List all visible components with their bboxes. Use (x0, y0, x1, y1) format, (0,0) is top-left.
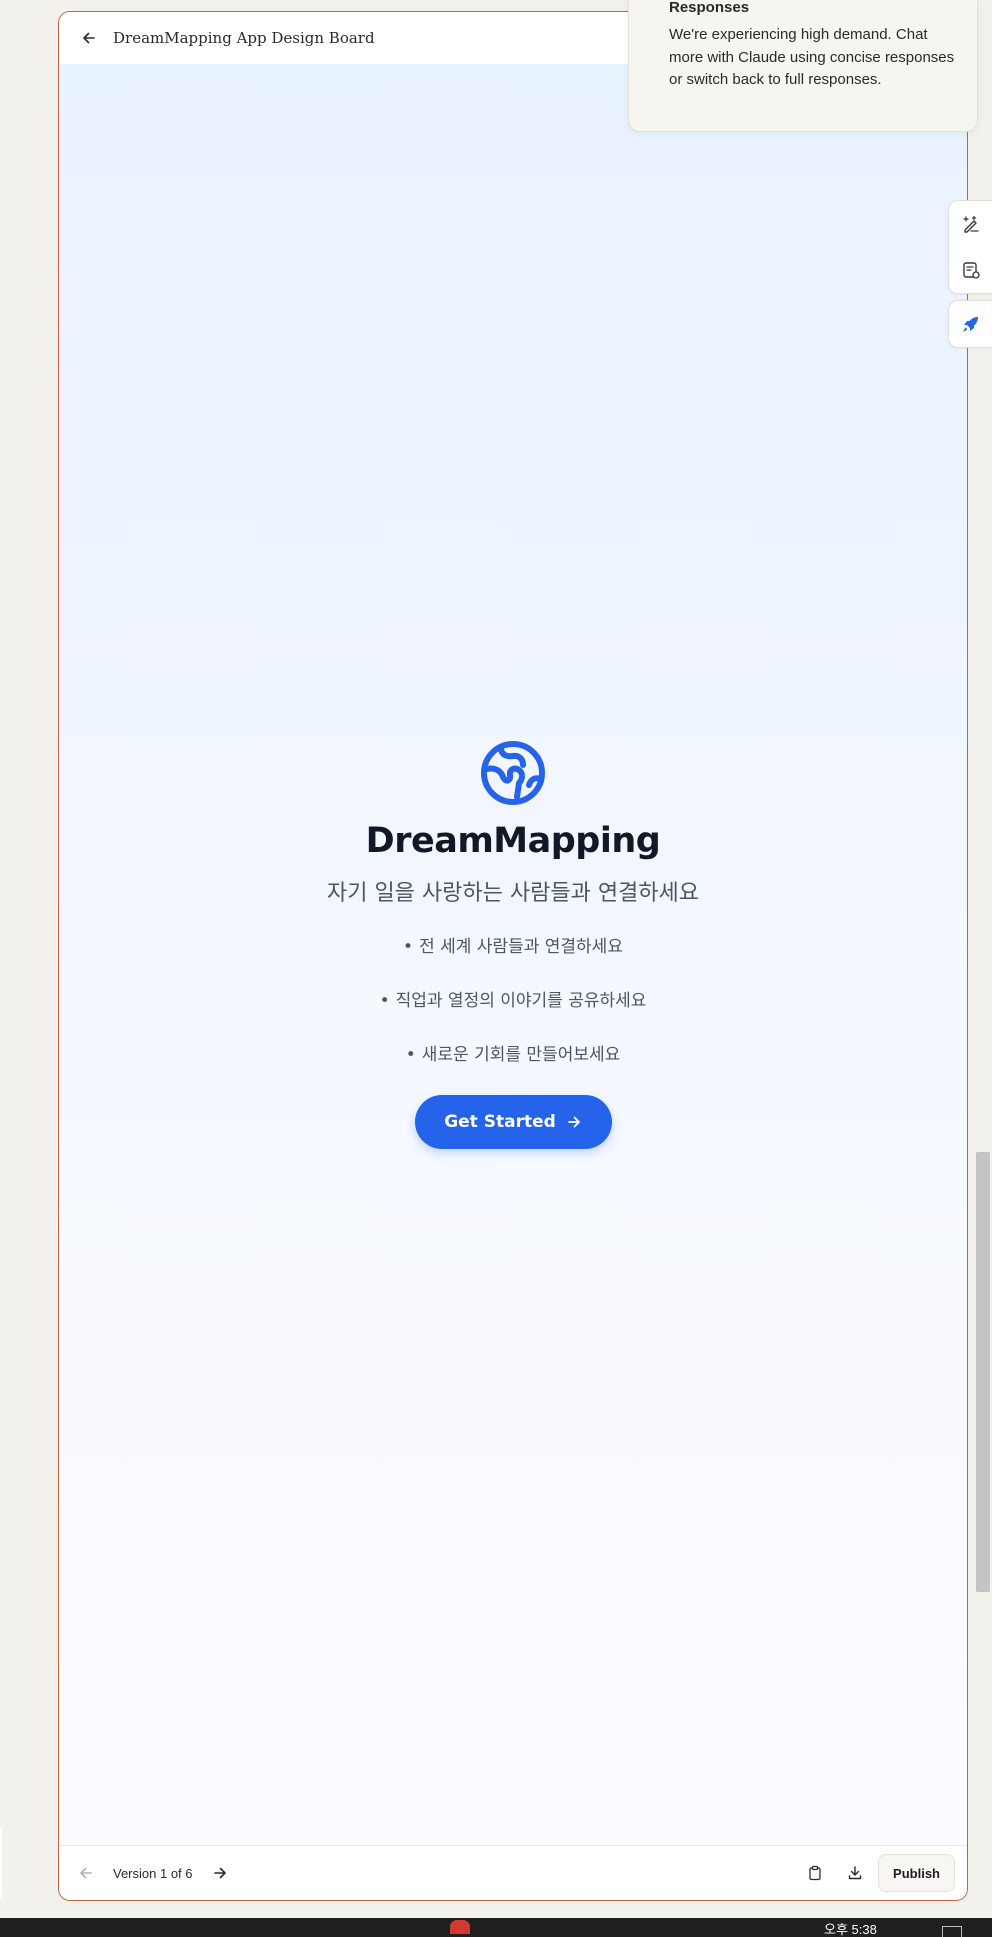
toast-title: Responses (669, 0, 750, 16)
feature-item: • 새로운 기회를 만들어보세요 (406, 1041, 621, 1095)
feature-item: • 전 세계 사람들과 연결하세요 (403, 933, 623, 987)
high-demand-toast: Responses We're experiencing high demand… (628, 0, 978, 132)
app-notification-icon[interactable] (450, 1920, 470, 1934)
welcome-hero: DreamMapping 자기 일을 사랑하는 사람들과 연결하세요 • 전 세계… (59, 739, 967, 1149)
version-label: Version 1 of 6 (113, 1865, 193, 1881)
artifact-footer: Version 1 of 6 Publish (59, 1845, 967, 1900)
arrow-right-icon (213, 1867, 226, 1879)
notification-center-icon[interactable] (942, 1926, 962, 1937)
arrow-right-icon (567, 1116, 580, 1128)
left-edge (0, 1828, 2, 1898)
artifact-title: DreamMapping App Design Board (113, 29, 375, 47)
scrollbar-thumb[interactable] (976, 1152, 990, 1592)
bullet: • (403, 937, 414, 957)
feature-text: 새로운 기회를 만들어보세요 (421, 1045, 621, 1065)
app-preview: DreamMapping 자기 일을 사랑하는 사람들과 연결하세요 • 전 세계… (59, 64, 967, 1845)
get-started-label: Get Started (444, 1112, 556, 1132)
download-button[interactable] (838, 1856, 872, 1890)
download-icon (848, 1866, 862, 1880)
back-button[interactable] (75, 24, 103, 52)
os-taskbar: 오후 5:38 (0, 1918, 992, 1937)
get-started-button[interactable]: Get Started (414, 1095, 612, 1149)
feature-text: 직업과 열정의 이야기를 공유하세요 (395, 991, 647, 1011)
arrow-left-icon (83, 32, 95, 44)
bullet: • (405, 1045, 416, 1065)
page-scrollbar[interactable] (974, 0, 992, 1918)
previous-version-button[interactable] (71, 1858, 101, 1888)
feature-item: • 직업과 열정의 이야기를 공유하세요 (380, 987, 647, 1041)
feature-text: 전 세계 사람들과 연결하세요 (419, 937, 623, 957)
app-tagline: 자기 일을 사랑하는 사람들과 연결하세요 (326, 881, 700, 906)
footer-actions: Publish (798, 1854, 955, 1892)
toast-body: We're experiencing high demand. Chat mor… (669, 26, 955, 88)
artifact-panel: DreamMapping App Design Board DreamMappi… (58, 11, 968, 1901)
bullet: • (379, 991, 390, 1011)
taskbar-clock[interactable]: 오후 5:38 (824, 1919, 877, 1937)
arrow-left-icon (80, 1867, 92, 1879)
next-version-button[interactable] (205, 1858, 235, 1888)
app-name: DreamMapping (365, 821, 661, 861)
copy-button[interactable] (798, 1856, 832, 1890)
publish-button[interactable]: Publish (878, 1854, 955, 1892)
clipboard-icon (809, 1865, 821, 1881)
globe-icon (481, 741, 545, 805)
feature-list: • 전 세계 사람들과 연결하세요 • 직업과 열정의 이야기를 공유하세요 • 새로… (380, 933, 647, 1095)
